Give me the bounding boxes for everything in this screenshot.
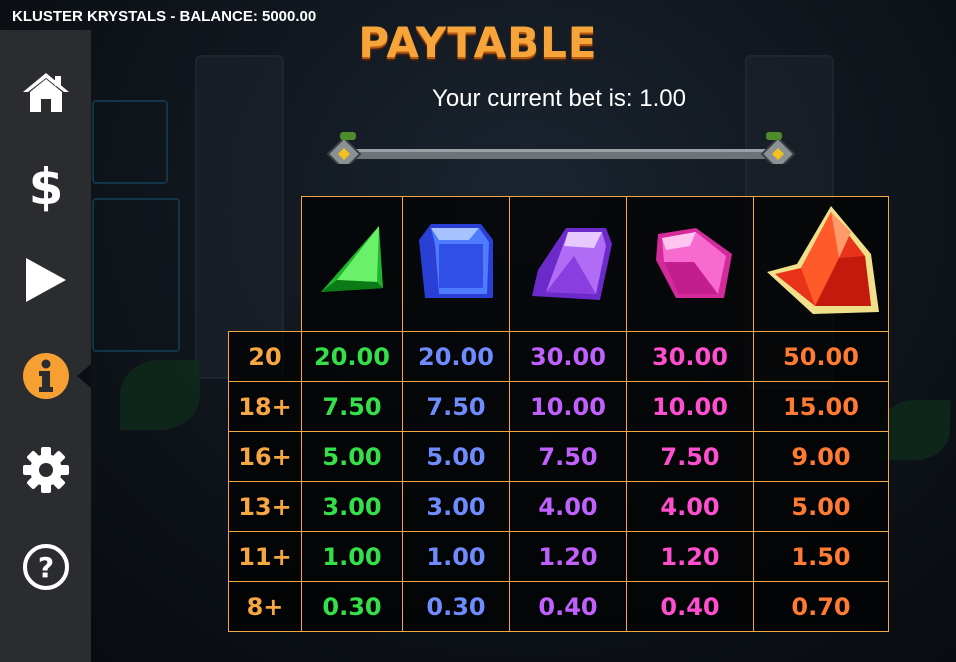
payout-cell-blue-crystal: 5.00 xyxy=(402,431,510,482)
payout-cell-blue-crystal: 0.30 xyxy=(402,581,510,632)
sidebar-item-info[interactable] xyxy=(0,336,91,416)
stone-divider-bar xyxy=(326,132,796,164)
sidebar-item-play[interactable] xyxy=(0,240,91,320)
reel-frame xyxy=(92,198,180,352)
payout-cell-red-crystal: 0.70 xyxy=(753,581,889,632)
payout-cell-pink-crystal: 30.00 xyxy=(626,331,754,382)
paytable-row: 11+ 1.00 1.00 1.20 1.20 1.50 xyxy=(228,531,889,582)
payout-cell-pink-crystal: 1.20 xyxy=(626,531,754,582)
payout-cell-green-crystal: 20.00 xyxy=(301,331,403,382)
payout-cell-blue-crystal: 7.50 xyxy=(402,381,510,432)
symbol-cell-purple xyxy=(509,196,627,332)
blue-crystal-icon xyxy=(419,224,493,298)
symbol-cell-red xyxy=(753,196,889,332)
sidebar-item-cashier[interactable]: $ xyxy=(0,146,91,226)
payout-cell-purple-crystal: 7.50 xyxy=(509,431,627,482)
payout-cell-purple-crystal: 0.40 xyxy=(509,581,627,632)
sidebar: $ ? xyxy=(0,30,91,662)
paytable-grid: 20 20.00 20.00 30.00 30.00 50.00 18+ 7.50 7.50 10… xyxy=(228,196,889,632)
payout-cell-purple-crystal: 30.00 xyxy=(509,331,627,382)
cluster-count-cell: 11+ xyxy=(228,531,302,582)
info-icon xyxy=(22,353,69,399)
payout-cell-blue-crystal: 3.00 xyxy=(402,481,510,532)
payout-cell-red-crystal: 1.50 xyxy=(753,531,889,582)
red-crystal-icon xyxy=(767,206,879,314)
bar-end-cap-left xyxy=(326,132,362,164)
cluster-count-cell: 8+ xyxy=(228,581,302,632)
jungle-leaf xyxy=(880,400,950,460)
paytable-row: 8+ 0.30 0.30 0.40 0.40 0.70 xyxy=(228,581,889,632)
paytable-row: 18+ 7.50 7.50 10.00 10.00 15.00 xyxy=(228,381,889,432)
current-bet-text: Your current bet is: 1.00 xyxy=(432,85,686,112)
payout-cell-red-crystal: 5.00 xyxy=(753,481,889,532)
bar-end-cap-right xyxy=(760,132,796,164)
payout-cell-pink-crystal: 0.40 xyxy=(626,581,754,632)
cluster-count-cell: 13+ xyxy=(228,481,302,532)
symbol-cell-green xyxy=(301,196,403,332)
svg-text:$: $ xyxy=(28,160,63,212)
payout-cell-purple-crystal: 4.00 xyxy=(509,481,627,532)
dollar-icon: $ xyxy=(28,160,63,212)
cluster-count-cell: 20 xyxy=(228,331,302,382)
purple-crystal-icon xyxy=(532,228,612,300)
payout-cell-green-crystal: 5.00 xyxy=(301,431,403,482)
empty-corner xyxy=(229,197,302,332)
sidebar-item-home[interactable] xyxy=(0,52,91,132)
sidebar-item-help[interactable]: ? xyxy=(0,527,91,607)
symbol-cell-blue xyxy=(402,196,510,332)
paytable-row: 13+ 3.00 3.00 4.00 4.00 5.00 xyxy=(228,481,889,532)
paytable-row: 20 20.00 20.00 30.00 30.00 50.00 xyxy=(228,331,889,382)
title-bar: KLUSTER KRYSTALS - BALANCE: 5000.00 xyxy=(0,0,956,30)
payout-cell-green-crystal: 3.00 xyxy=(301,481,403,532)
svg-text:?: ? xyxy=(37,551,53,584)
paytable-row: 16+ 5.00 5.00 7.50 7.50 9.00 xyxy=(228,431,889,482)
gear-icon xyxy=(22,447,69,493)
help-icon: ? xyxy=(22,544,69,590)
symbol-cell-pink xyxy=(626,196,754,332)
cluster-count-cell: 18+ xyxy=(228,381,302,432)
payout-cell-pink-crystal: 7.50 xyxy=(626,431,754,482)
symbol-row xyxy=(229,196,889,332)
home-icon xyxy=(22,73,69,112)
payout-cell-red-crystal: 50.00 xyxy=(753,331,889,382)
payout-cell-green-crystal: 0.30 xyxy=(301,581,403,632)
payout-cell-purple-crystal: 1.20 xyxy=(509,531,627,582)
payout-cell-blue-crystal: 20.00 xyxy=(402,331,510,382)
payout-cell-purple-crystal: 10.00 xyxy=(509,381,627,432)
payout-cell-red-crystal: 9.00 xyxy=(753,431,889,482)
payout-cell-blue-crystal: 1.00 xyxy=(402,531,510,582)
green-crystal-icon xyxy=(321,226,383,292)
sidebar-item-settings[interactable] xyxy=(0,430,91,510)
jungle-leaf xyxy=(120,360,200,430)
window-title: KLUSTER KRYSTALS - BALANCE: 5000.00 xyxy=(12,8,317,25)
pink-crystal-icon xyxy=(656,228,732,298)
payout-cell-green-crystal: 1.00 xyxy=(301,531,403,582)
cluster-count-cell: 16+ xyxy=(228,431,302,482)
payout-cell-pink-crystal: 4.00 xyxy=(626,481,754,532)
payout-cell-pink-crystal: 10.00 xyxy=(626,381,754,432)
play-icon xyxy=(25,258,66,302)
payout-cell-red-crystal: 15.00 xyxy=(753,381,889,432)
payout-cell-green-crystal: 7.50 xyxy=(301,381,403,432)
